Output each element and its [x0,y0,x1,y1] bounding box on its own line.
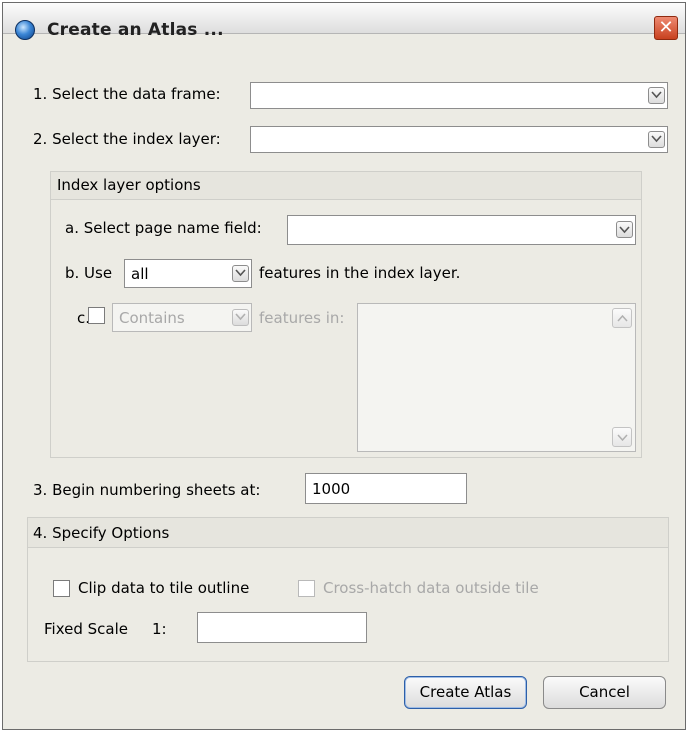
data-frame-dropdown[interactable] [250,82,668,109]
start-number-input[interactable]: 1000 [305,473,467,504]
chevron-up-icon[interactable] [612,308,632,328]
use-prefix-label: b. Use [65,264,113,282]
spatial-relation-value: Contains [119,308,185,327]
chevron-down-icon[interactable] [232,264,249,282]
feature-scope-dropdown[interactable]: all [124,259,252,288]
crosshatch-label: Cross-hatch data outside tile [323,579,539,597]
use-suffix-label: features in the index layer. [259,264,461,282]
spatial-relation-dropdown[interactable]: Contains [112,303,252,332]
window-title: Create an Atlas ... [47,20,224,40]
create-atlas-button[interactable]: Create Atlas [404,676,527,709]
scale-prefix-label: 1: [152,620,167,638]
start-number-value: 1000 [312,479,351,498]
specify-options-title: 4. Specify Options [33,524,170,542]
cancel-button[interactable]: Cancel [543,676,666,709]
numbering-label: 3. Begin numbering sheets at: [33,481,261,499]
chevron-down-icon[interactable] [232,308,249,326]
feature-scope-value: all [131,264,149,283]
chevron-down-icon[interactable] [648,130,665,148]
chevron-down-icon[interactable] [612,427,632,447]
close-icon: ✕ [658,17,674,38]
spatial-suffix-label: features in: [259,309,345,327]
clip-data-checkbox[interactable] [53,580,70,597]
crosshatch-checkbox[interactable] [298,580,315,597]
page-name-field-label: a. Select page name field: [65,219,262,237]
fixed-scale-label: Fixed Scale [44,620,128,638]
index-layer-options-title: Index layer options [57,176,201,194]
index-layer-dropdown[interactable] [250,126,668,153]
fixed-scale-input[interactable] [197,612,367,643]
globe-icon [15,20,35,40]
page-name-field-dropdown[interactable] [287,215,636,245]
data-frame-label: 1. Select the data frame: [33,85,221,103]
close-button[interactable]: ✕ [654,16,678,40]
spatial-filter-checkbox[interactable] [88,307,105,324]
layer-listbox[interactable] [357,303,636,452]
index-layer-label: 2. Select the index layer: [33,130,221,148]
chevron-down-icon[interactable] [616,221,633,238]
chevron-down-icon[interactable] [648,86,665,104]
clip-data-label: Clip data to tile outline [78,579,250,597]
